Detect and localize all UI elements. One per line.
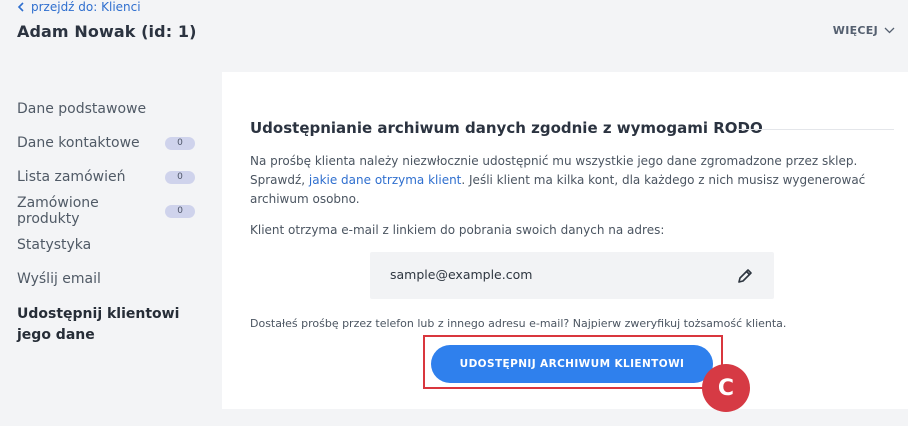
pencil-icon (738, 269, 752, 283)
sidebar-item-send-email[interactable]: Wyślij email (17, 262, 212, 296)
data-info-link[interactable]: jakie dane otrzyma klient (309, 173, 462, 187)
step-marker-badge: C (702, 364, 750, 412)
more-label: WIĘCEJ (832, 24, 878, 37)
sidebar-item-statistics[interactable]: Statystyka (17, 228, 212, 262)
sidebar-item-label: Udostępnij klientowi jego dane (17, 306, 180, 343)
email-value: sample@example.com (390, 267, 533, 282)
sidebar-item-orders[interactable]: Lista zamówień 0 (17, 160, 212, 194)
share-archive-button[interactable]: UDOSTĘPNIJ ARCHIWUM KLIENTOWI (431, 345, 713, 383)
more-menu-button[interactable]: WIĘCEJ (833, 24, 895, 37)
sidebar-item-contact-data[interactable]: Dane kontaktowe 0 (17, 126, 212, 160)
sidebar-item-ordered-products[interactable]: Zamówione produkty 0 (17, 194, 212, 228)
divider (736, 129, 894, 130)
gdpr-archive-panel: Udostępnianie archiwum danych zgodnie z … (222, 72, 908, 409)
sidebar-item-label: Zamówione produkty (17, 195, 99, 227)
description: Na prośbę klienta należy niezwłocznie ud… (250, 152, 902, 209)
sidebar-item-label: Lista zamówień (17, 169, 126, 185)
sidebar-item-label: Dane podstawowe (17, 101, 147, 117)
chevron-left-icon (17, 2, 24, 12)
email-field: sample@example.com (370, 252, 774, 299)
count-badge: 0 (165, 204, 195, 218)
sidebar-item-label: Dane kontaktowe (17, 135, 140, 151)
chevron-down-icon (884, 27, 895, 34)
edit-email-button[interactable] (736, 267, 754, 285)
sidebar-item-label: Statystyka (17, 237, 92, 253)
verify-identity-note: Dostałeś prośbę przez telefon lub z inne… (250, 317, 787, 330)
sidebar-item-share-data[interactable]: Udostępnij klientowi jego dane (17, 296, 212, 346)
sidebar-item-basic-data[interactable]: Dane podstawowe (17, 92, 212, 126)
count-badge: 0 (165, 170, 195, 184)
page-title: Adam Nowak (id: 1) (17, 22, 197, 41)
email-info-text: Klient otrzyma e-mail z linkiem do pobra… (250, 223, 665, 237)
sidebar-nav: Dane podstawowe Dane kontaktowe 0 Lista … (17, 92, 212, 346)
section-title: Udostępnianie archiwum danych zgodnie z … (250, 119, 763, 137)
sidebar-item-label: Wyślij email (17, 271, 101, 287)
back-to-clients-link[interactable]: przejdź do: Klienci (17, 0, 141, 14)
back-link-label: przejdź do: Klienci (31, 0, 141, 14)
count-badge: 0 (165, 136, 195, 150)
